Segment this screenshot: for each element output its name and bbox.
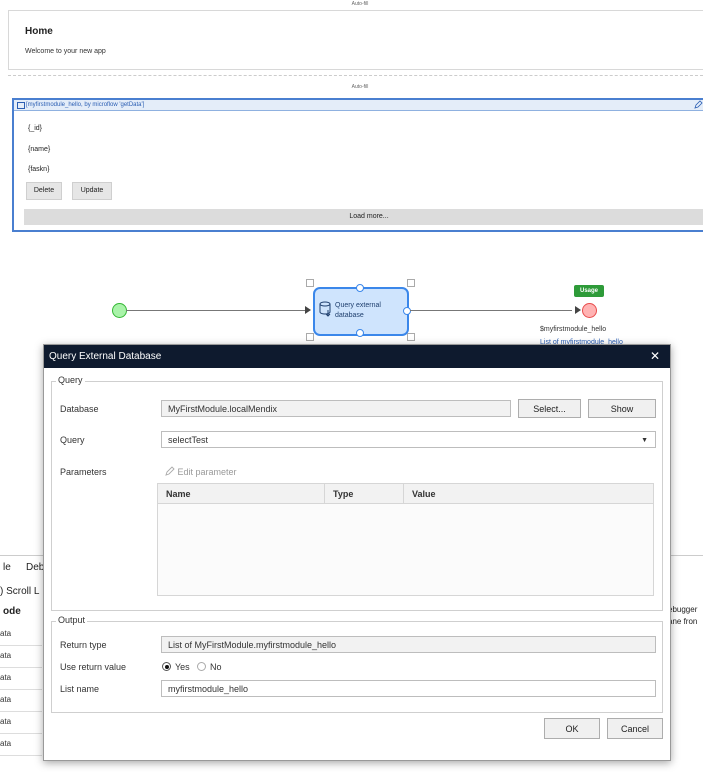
load-more-button[interactable]: Load more... — [24, 209, 703, 225]
usage-badge: Usage — [574, 285, 604, 297]
autofill-label: Auto-fill — [351, 84, 369, 90]
activity-label: Query external database — [335, 302, 381, 319]
return-type-label: Return type — [60, 640, 107, 650]
arrow-head-icon — [305, 306, 311, 314]
output-group: Output Return type List of MyFirstModule… — [51, 615, 663, 713]
resize-handle[interactable] — [306, 279, 314, 287]
edit-parameter-label: Edit parameter — [177, 467, 237, 477]
list-item-text: ata — [0, 673, 12, 682]
pen-icon[interactable] — [694, 100, 703, 109]
column-header-name[interactable]: Name — [166, 484, 191, 504]
list-view-source-label: [myfirstmodule_hello, by microflow 'getD… — [26, 102, 145, 108]
query-select-value: selectTest — [168, 435, 209, 445]
show-database-button[interactable]: Show — [588, 399, 656, 418]
start-event[interactable] — [112, 303, 127, 318]
list-item[interactable]: ata — [0, 645, 42, 668]
sequence-flow[interactable] — [126, 310, 306, 311]
connection-handle[interactable] — [356, 329, 364, 337]
query-external-database-dialog: Query External Database ✕ Query Database… — [43, 344, 671, 761]
column-header: ode — [3, 606, 21, 617]
parameters-table-header: Name Type Value — [157, 483, 654, 504]
update-button[interactable]: Update — [72, 182, 112, 200]
list-name-input[interactable]: myfirstmodule_hello — [161, 680, 656, 697]
query-group-title: Query — [56, 375, 85, 385]
list-view-source-header[interactable]: [myfirstmodule_hello, by microflow 'getD… — [14, 100, 703, 111]
parameters-label: Parameters — [60, 467, 107, 477]
cancel-button[interactable]: Cancel — [607, 718, 663, 739]
grid-icon — [17, 102, 25, 109]
end-event[interactable] — [582, 303, 597, 318]
list-item[interactable]: ata — [0, 711, 42, 734]
close-icon[interactable]: ✕ — [650, 345, 660, 368]
edit-parameter-button[interactable]: Edit parameter — [165, 466, 237, 477]
id-field[interactable]: {_id} — [28, 125, 42, 132]
list-item-text: ata — [0, 651, 12, 660]
list-item[interactable]: ata — [0, 667, 42, 690]
use-return-yes-radio[interactable] — [162, 662, 171, 671]
scroll-lock-toggle[interactable]: ) Scroll L — [0, 586, 39, 597]
home-welcome-text: Welcome to your new app — [25, 48, 106, 55]
arrow-head-icon — [575, 306, 581, 314]
autofill-label: Auto-fill — [351, 1, 369, 7]
connection-handle[interactable] — [403, 307, 411, 315]
connection-handle[interactable] — [356, 284, 364, 292]
list-view[interactable]: [myfirstmodule_hello, by microflow 'getD… — [12, 98, 703, 232]
use-return-value-label: Use return value — [60, 662, 127, 672]
select-database-button[interactable]: Select... — [518, 399, 581, 418]
dialog-title-bar[interactable]: Query External Database ✕ — [44, 345, 670, 368]
column-separator[interactable] — [324, 484, 325, 504]
use-return-no-radio[interactable] — [197, 662, 206, 671]
database-label: Database — [60, 404, 99, 414]
return-type-field: List of MyFirstModule.myfirstmodule_hell… — [161, 636, 656, 653]
column-header-value[interactable]: Value — [412, 484, 436, 504]
list-item[interactable]: ata — [0, 689, 42, 712]
sequence-flow[interactable] — [410, 310, 572, 311]
pencil-icon — [165, 466, 175, 476]
query-label: Query — [60, 435, 85, 445]
output-group-title: Output — [56, 615, 88, 625]
list-item-text: ata — [0, 739, 12, 748]
home-title: Home — [25, 26, 53, 37]
resize-handle[interactable] — [407, 333, 415, 341]
resize-handle[interactable] — [306, 333, 314, 341]
delete-button[interactable]: Delete — [26, 182, 62, 200]
resize-handle[interactable] — [407, 279, 415, 287]
list-item[interactable]: ata — [0, 623, 42, 646]
list-item[interactable]: ata — [0, 733, 42, 756]
parameters-table-body[interactable] — [157, 504, 654, 596]
debugger-info-text: ebugger — [668, 605, 698, 614]
list-item-text: ata — [0, 629, 12, 638]
dialog-title: Query External Database — [49, 351, 162, 362]
home-container[interactable]: Home Welcome to your new app — [8, 10, 703, 70]
column-separator[interactable] — [403, 484, 404, 504]
divider — [8, 75, 703, 76]
query-select[interactable]: selectTest ▼ — [161, 431, 656, 448]
debugger-info-text: ane fron — [668, 617, 698, 626]
chevron-down-icon: ▼ — [641, 437, 648, 444]
database-query-icon — [319, 301, 331, 317]
list-item-text: ata — [0, 717, 12, 726]
list-item-text: ata — [0, 695, 12, 704]
end-event-return-name: $myfirstmodule_hello — [540, 326, 607, 333]
column-header-type[interactable]: Type — [333, 484, 353, 504]
faskn-field[interactable]: {faskn} — [28, 166, 49, 173]
tab-partial[interactable]: le — [3, 562, 11, 573]
name-field[interactable]: {name} — [28, 146, 50, 153]
use-return-yes-label[interactable]: Yes — [175, 662, 190, 672]
use-return-no-label[interactable]: No — [210, 662, 222, 672]
list-name-label: List name — [60, 684, 100, 694]
database-field: MyFirstModule.localMendix — [161, 400, 511, 417]
ok-button[interactable]: OK — [544, 718, 600, 739]
